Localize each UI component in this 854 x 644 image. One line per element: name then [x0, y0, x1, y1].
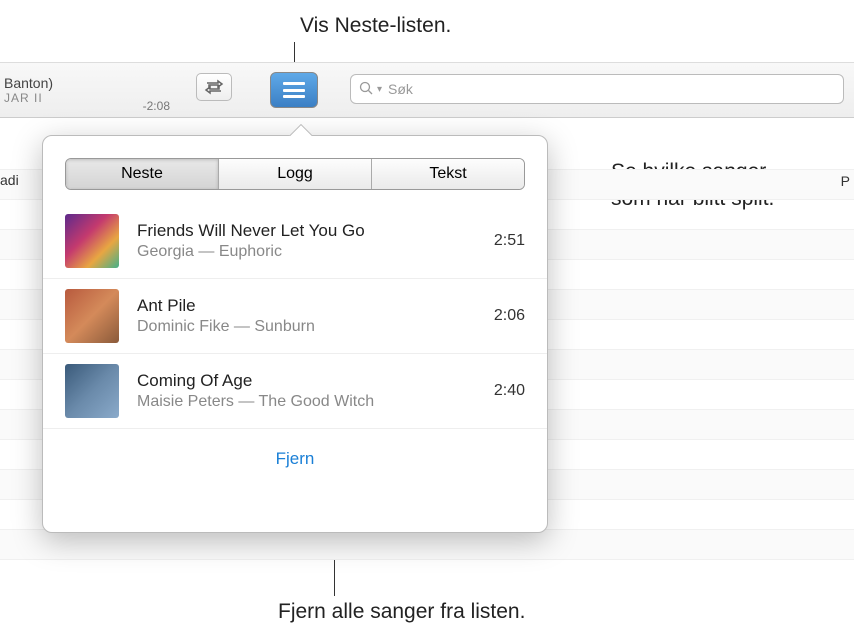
search-input[interactable]: ▾ Søk	[350, 74, 844, 104]
song-duration: 2:51	[494, 232, 525, 250]
queue-row[interactable]: Ant Pile Dominic Fike — Sunburn 2:06	[43, 279, 547, 354]
queue-info: Friends Will Never Let You Go Georgia — …	[137, 221, 494, 261]
tab-tekst[interactable]: Tekst	[372, 159, 524, 189]
search-placeholder: Søk	[388, 81, 413, 97]
queue-list: Friends Will Never Let You Go Georgia — …	[43, 204, 547, 429]
song-title: Coming Of Age	[137, 371, 494, 391]
queue-row[interactable]: Coming Of Age Maisie Peters — The Good W…	[43, 354, 547, 429]
queue-row[interactable]: Friends Will Never Let You Go Georgia — …	[43, 204, 547, 279]
repeat-icon	[204, 79, 224, 95]
chevron-down-icon: ▾	[377, 84, 382, 95]
now-playing-title: Banton)	[4, 75, 180, 91]
tab-logg[interactable]: Logg	[219, 159, 372, 189]
album-art	[65, 364, 119, 418]
callout-bottom: Fjern alle sanger fra listen.	[278, 598, 525, 625]
segmented-control: Neste Logg Tekst	[65, 158, 525, 190]
callout-top: Vis Neste-listen.	[300, 12, 451, 39]
song-title: Friends Will Never Let You Go	[137, 221, 494, 241]
song-duration: 2:40	[494, 382, 525, 400]
search-icon	[359, 81, 373, 98]
repeat-button[interactable]	[196, 73, 232, 101]
tab-neste[interactable]: Neste	[66, 159, 219, 189]
song-title: Ant Pile	[137, 296, 494, 316]
queue-icon	[283, 82, 305, 98]
queue-popover: Neste Logg Tekst Friends Will Never Let …	[42, 135, 548, 533]
sidebar-item-fragment[interactable]: adi	[0, 165, 24, 195]
queue-info: Coming Of Age Maisie Peters — The Good W…	[137, 371, 494, 411]
queue-button[interactable]	[270, 72, 318, 108]
now-playing-time: -2:08	[143, 99, 170, 113]
song-artist: Maisie Peters — The Good Witch	[137, 393, 494, 411]
queue-info: Ant Pile Dominic Fike — Sunburn	[137, 296, 494, 336]
clear-button[interactable]: Fjern	[43, 449, 547, 469]
column-header-p[interactable]: P	[841, 173, 850, 189]
song-artist: Georgia — Euphoric	[137, 243, 494, 261]
song-artist: Dominic Fike — Sunburn	[137, 318, 494, 336]
album-art	[65, 289, 119, 343]
song-duration: 2:06	[494, 307, 525, 325]
album-art	[65, 214, 119, 268]
now-playing-display[interactable]: Banton) JAR II -2:08	[0, 63, 180, 117]
popover-arrow	[288, 124, 312, 136]
